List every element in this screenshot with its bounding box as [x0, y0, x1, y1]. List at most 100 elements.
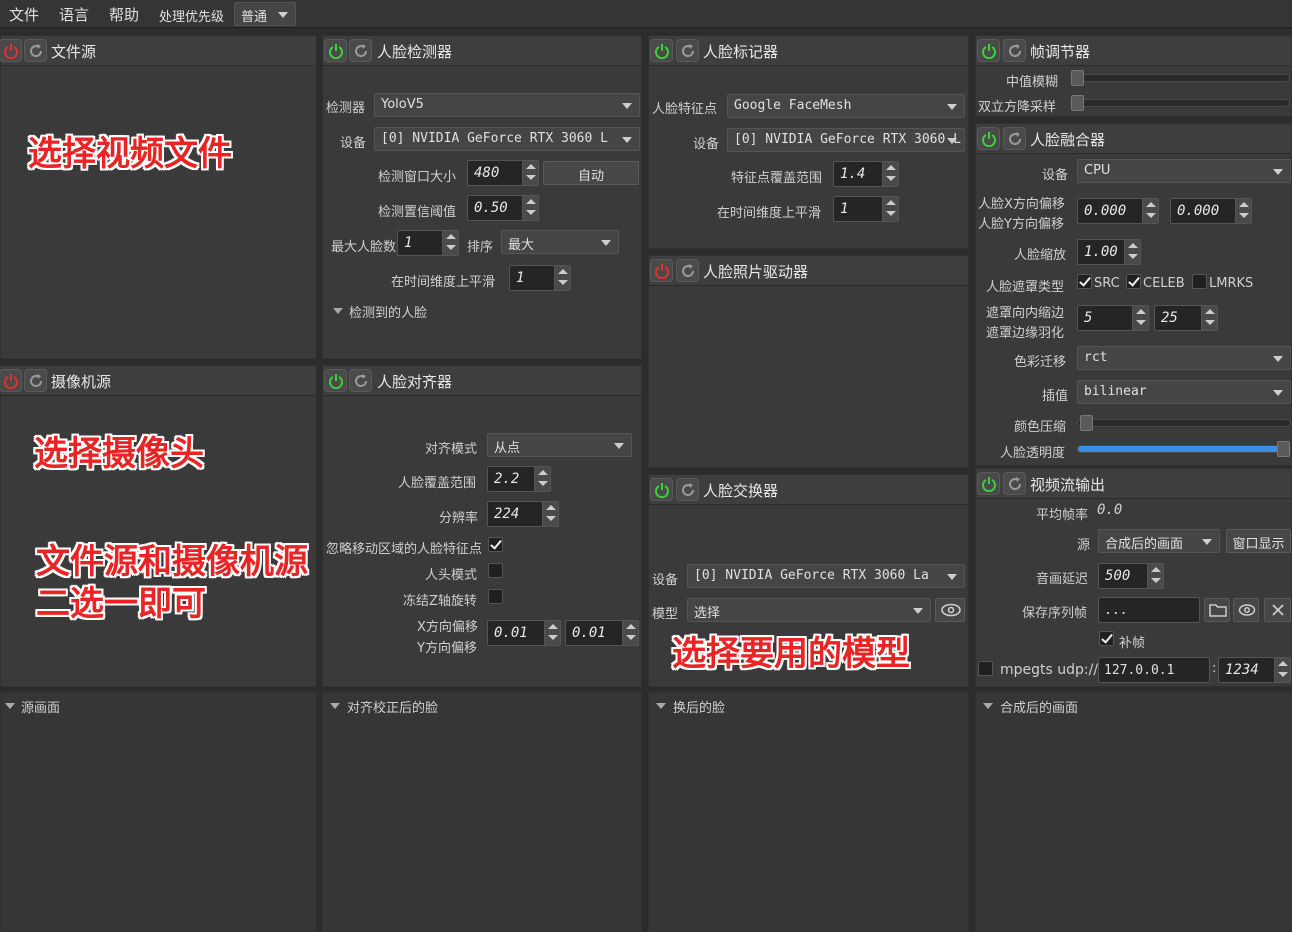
spin-arrows[interactable]: [882, 162, 898, 186]
spin-arrows[interactable]: [1235, 199, 1251, 223]
fill-frames-checkbox[interactable]: [1099, 631, 1114, 646]
reset-icon[interactable]: [1003, 39, 1026, 62]
spin-arrows[interactable]: [622, 621, 638, 645]
y-offset-spinbox[interactable]: 0.000: [1170, 198, 1252, 224]
slider-handle[interactable]: [1071, 95, 1084, 111]
power-on-icon[interactable]: [324, 39, 347, 62]
median-blur-slider[interactable]: [1070, 70, 1290, 86]
priority-select[interactable]: 普通: [234, 2, 296, 26]
max-faces-spinbox[interactable]: 1: [397, 230, 459, 256]
interp-select[interactable]: bilinear: [1077, 380, 1291, 404]
y-offset-spinbox[interactable]: 0.01: [565, 620, 639, 646]
spin-arrows[interactable]: [1147, 564, 1163, 588]
power-on-icon[interactable]: [650, 39, 673, 62]
x-offset-spinbox[interactable]: 0.01: [487, 620, 561, 646]
align-mode-select[interactable]: 从点: [487, 433, 632, 457]
spin-arrows[interactable]: [544, 621, 560, 645]
spin-arrows[interactable]: [1124, 240, 1140, 264]
power-on-icon[interactable]: [977, 472, 1000, 495]
spin-arrows[interactable]: [534, 467, 550, 491]
window-size-spinbox[interactable]: 480: [467, 160, 539, 186]
merged-preview-title[interactable]: 合成后的画面: [1000, 697, 1078, 716]
device-select[interactable]: [0] NVIDIA GeForce RTX 3060 L: [727, 128, 965, 152]
temporal-smoothing-spinbox[interactable]: 1: [833, 196, 899, 222]
head-mode-checkbox[interactable]: [488, 563, 503, 578]
spin-arrows[interactable]: [1274, 658, 1290, 682]
eye-icon[interactable]: [1233, 598, 1259, 622]
sort-select[interactable]: 最大: [501, 230, 619, 254]
degrade-slider[interactable]: [1070, 95, 1290, 111]
save-path-field[interactable]: ...: [1098, 597, 1200, 623]
expand-triangle-icon[interactable]: [5, 703, 15, 709]
delay-spinbox[interactable]: 500: [1098, 563, 1164, 589]
device-select[interactable]: CPU: [1077, 159, 1291, 183]
temporal-smoothing-spinbox[interactable]: 1: [509, 265, 571, 291]
color-compress-slider[interactable]: [1077, 415, 1291, 431]
close-icon[interactable]: [1264, 598, 1291, 622]
mask-src-checkbox[interactable]: [1077, 274, 1092, 289]
power-on-icon[interactable]: [650, 478, 673, 501]
spin-arrows[interactable]: [1132, 306, 1148, 330]
detected-faces-toggle[interactable]: 检测到的人脸: [349, 302, 427, 321]
expand-triangle-icon[interactable]: [333, 308, 343, 314]
power-off-icon[interactable]: [0, 39, 22, 62]
spin-arrows[interactable]: [1201, 306, 1217, 330]
spin-arrows[interactable]: [522, 196, 538, 220]
reset-icon[interactable]: [1003, 472, 1026, 495]
range-spinbox[interactable]: 1.4: [833, 161, 899, 187]
reset-icon[interactable]: [676, 478, 699, 501]
device-select[interactable]: [0] NVIDIA GeForce RTX 3060 La: [687, 564, 965, 588]
power-off-icon[interactable]: [650, 259, 673, 282]
window-display-button[interactable]: 窗口显示: [1226, 529, 1291, 553]
folder-icon[interactable]: [1204, 598, 1230, 622]
reset-icon[interactable]: [676, 39, 699, 62]
coverage-spinbox[interactable]: 2.2: [487, 466, 551, 492]
opacity-slider[interactable]: [1077, 441, 1291, 457]
menu-language[interactable]: 语言: [59, 4, 89, 25]
spin-arrows[interactable]: [554, 266, 570, 290]
x-offset-spinbox[interactable]: 0.000: [1077, 198, 1159, 224]
menu-help[interactable]: 帮助: [109, 4, 139, 25]
source-preview-title[interactable]: 源画面: [21, 697, 60, 716]
reset-icon[interactable]: [676, 259, 699, 282]
aligned-preview-title[interactable]: 对齐校正后的脸: [347, 697, 438, 716]
scale-spinbox[interactable]: 1.00: [1077, 239, 1141, 265]
spin-arrows[interactable]: [542, 502, 558, 526]
slider-handle[interactable]: [1080, 415, 1093, 431]
threshold-spinbox[interactable]: 0.50: [467, 195, 539, 221]
power-on-icon[interactable]: [324, 369, 347, 392]
erode-spinbox[interactable]: 5: [1077, 305, 1149, 331]
reset-icon[interactable]: [24, 39, 47, 62]
source-select[interactable]: 合成后的画面: [1098, 529, 1220, 553]
menu-file[interactable]: 文件: [9, 4, 39, 25]
spin-arrows[interactable]: [1142, 199, 1158, 223]
color-transfer-select[interactable]: rct: [1077, 346, 1291, 370]
resolution-spinbox[interactable]: 224: [487, 501, 559, 527]
device-select[interactable]: [0] NVIDIA GeForce RTX 3060 L: [374, 127, 640, 151]
mpegts-port-spinbox[interactable]: 1234: [1218, 657, 1291, 683]
blur-spinbox[interactable]: 25: [1154, 305, 1218, 331]
mpegts-checkbox[interactable]: [978, 661, 993, 676]
spin-arrows[interactable]: [522, 161, 538, 185]
swapped-preview-title[interactable]: 换后的脸: [673, 697, 725, 716]
freeze-z-checkbox[interactable]: [488, 589, 503, 604]
eye-button[interactable]: [935, 598, 965, 622]
mask-lmrks-checkbox[interactable]: [1192, 274, 1207, 289]
spin-arrows[interactable]: [882, 197, 898, 221]
spin-arrows[interactable]: [442, 231, 458, 255]
auto-button[interactable]: 自动: [543, 161, 639, 185]
reset-icon[interactable]: [349, 369, 372, 392]
expand-triangle-icon[interactable]: [656, 703, 666, 709]
reset-icon[interactable]: [349, 39, 372, 62]
power-on-icon[interactable]: [977, 39, 1000, 62]
mask-celeb-checkbox[interactable]: [1126, 274, 1141, 289]
reset-icon[interactable]: [1003, 127, 1026, 150]
reset-icon[interactable]: [24, 369, 47, 392]
slider-handle[interactable]: [1277, 441, 1290, 457]
expand-triangle-icon[interactable]: [330, 703, 340, 709]
slider-handle[interactable]: [1071, 70, 1084, 86]
mpegts-host-field[interactable]: 127.0.0.1: [1098, 657, 1210, 683]
power-off-icon[interactable]: [0, 369, 22, 392]
power-on-icon[interactable]: [977, 127, 1000, 150]
model-select[interactable]: 选择: [687, 598, 931, 622]
